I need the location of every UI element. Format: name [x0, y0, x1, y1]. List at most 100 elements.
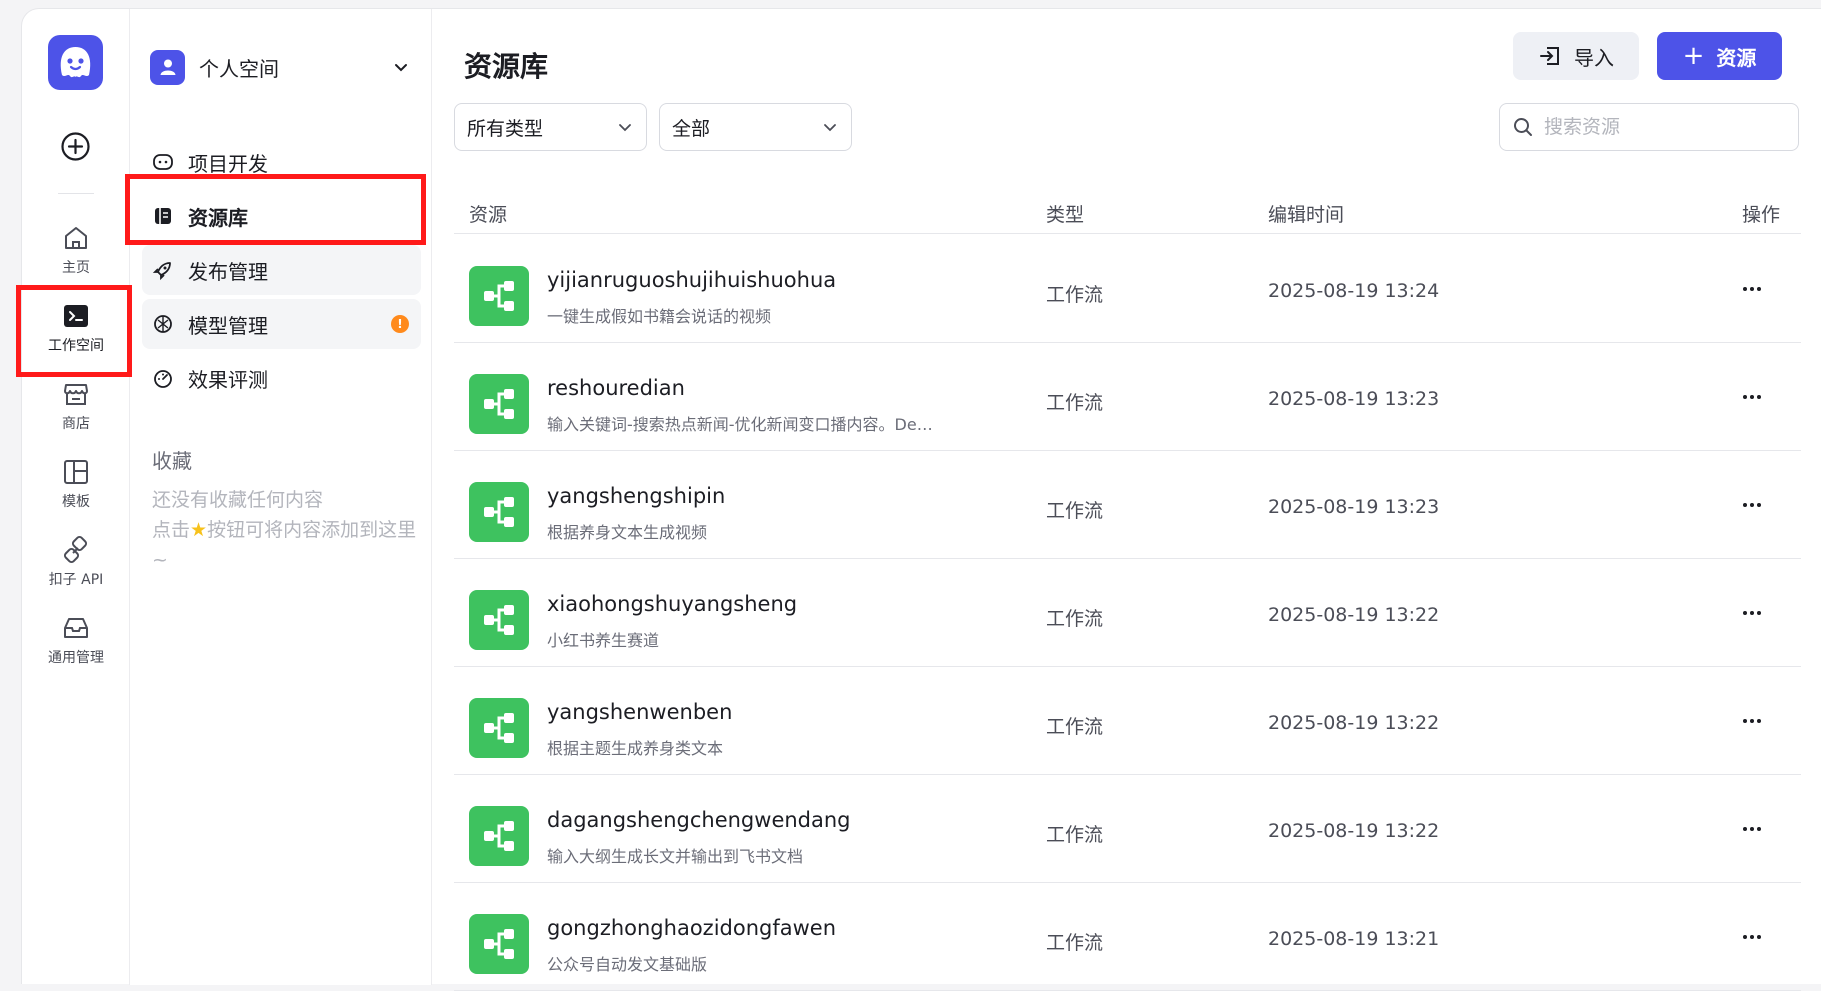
add-resource-button[interactable]: + 资源: [1657, 32, 1782, 80]
more-horizontal-icon: [1743, 827, 1761, 831]
project-icon: [153, 154, 173, 170]
table-row[interactable]: gongzhonghaozidongfawen 公众号自动发文基础版 工作流 2025…: [454, 883, 1801, 991]
more-horizontal-icon: [1743, 395, 1761, 399]
space-name: 个人空间: [199, 56, 279, 81]
search-input[interactable]: [1544, 116, 1784, 138]
workflow-icon: [469, 266, 529, 326]
type-filter-value: 所有类型: [467, 117, 544, 140]
workflow-icon: [469, 806, 529, 866]
resource-library-main: 资源库 导入 + 资源 所有类型 全部 搜索资源 资源 类型 编辑时间 操作 y…: [432, 9, 1821, 991]
model-icon: [154, 315, 172, 333]
resource-edit-time: 2025-08-19 13:24: [1268, 280, 1440, 302]
table-row[interactable]: dagangshengchengwendang 输入大纲生成长文并输出到飞书文档 工…: [454, 775, 1801, 883]
nav-item-label: 模型管理: [188, 313, 268, 338]
rocket-icon: [152, 262, 171, 281]
template-icon: [64, 460, 88, 484]
chevron-down-icon: [619, 124, 631, 132]
rail-item-templates[interactable]: 模板: [22, 457, 130, 529]
resource-type: 工作流: [1046, 824, 1104, 846]
table-row[interactable]: yangshenwenben 根据主题生成养身类文本 工作流 2025-08-19 1…: [454, 667, 1801, 775]
rail-item-general-settings[interactable]: 通用管理: [22, 613, 130, 685]
space-switcher[interactable]: 个人空间: [150, 45, 420, 89]
rail-item-home[interactable]: 主页: [22, 223, 130, 295]
nav-item-project-dev[interactable]: 项目开发: [142, 137, 421, 187]
create-plus-icon[interactable]: [60, 131, 91, 162]
rail-divider: [58, 193, 94, 194]
column-header-resource: 资源: [469, 204, 508, 226]
nav-item-publish[interactable]: 发布管理: [142, 245, 421, 295]
more-actions-button[interactable]: [1736, 381, 1768, 413]
rail-item-label: 工作空间: [48, 338, 104, 354]
resource-edit-time: 2025-08-19 13:22: [1268, 604, 1440, 626]
nav-item-label: 效果评测: [188, 367, 268, 392]
table-row[interactable]: xiaohongshuyangsheng 小红书养生赛道 工作流 2025-08-19…: [454, 559, 1801, 667]
more-actions-button[interactable]: [1736, 489, 1768, 521]
api-link-icon: [63, 535, 88, 564]
workflow-icon: [469, 698, 529, 758]
resource-description: 小红书养生赛道: [547, 631, 660, 650]
resource-description: 一键生成假如书籍会说话的视频: [547, 307, 772, 326]
table-row[interactable]: yijianruguoshujihuishuohua 一键生成假如书籍会说话的视频…: [454, 235, 1801, 343]
library-icon: [155, 208, 171, 224]
import-label: 导入: [1574, 45, 1614, 70]
resource-name: yangshengshipin: [547, 484, 726, 508]
chevron-down-icon: [395, 64, 407, 72]
page-title: 资源库: [464, 50, 549, 83]
more-actions-button[interactable]: [1736, 813, 1768, 845]
more-horizontal-icon: [1743, 287, 1761, 291]
rail-item-api[interactable]: 扣子 API: [22, 535, 130, 607]
resource-type: 工作流: [1046, 716, 1104, 738]
more-horizontal-icon: [1743, 503, 1761, 507]
workflow-icon: [469, 914, 529, 974]
resource-type: 工作流: [1046, 932, 1104, 954]
resource-edit-time: 2025-08-19 13:22: [1268, 712, 1440, 734]
type-filter-select[interactable]: 所有类型: [454, 103, 647, 151]
resource-description: 输入大纲生成长文并输出到飞书文档: [547, 847, 804, 866]
nav-item-library[interactable]: 资源库: [142, 191, 421, 241]
more-actions-button[interactable]: [1736, 273, 1768, 305]
user-avatar-icon: [150, 49, 185, 85]
resource-name: yijianruguoshujihuishuohua: [547, 268, 837, 292]
favorites-empty-text: 还没有收藏任何内容 点击★按钮可将内容添加到这里~: [152, 485, 422, 575]
rail-item-store[interactable]: 商店: [22, 379, 130, 451]
more-horizontal-icon: [1743, 935, 1761, 939]
inbox-icon: [64, 618, 88, 638]
resource-name: dagangshengchengwendang: [547, 808, 851, 832]
warning-badge-icon: !: [391, 315, 409, 333]
column-header-type: 类型: [1046, 204, 1085, 226]
nav-item-evaluation[interactable]: 效果评测: [142, 353, 421, 403]
more-actions-button[interactable]: [1736, 921, 1768, 953]
nav-item-models[interactable]: 模型管理 !: [142, 299, 421, 349]
rail-item-label: 通用管理: [48, 650, 104, 666]
resource-type: 工作流: [1046, 392, 1104, 414]
coze-logo-icon[interactable]: [48, 35, 103, 90]
scope-filter-select[interactable]: 全部: [659, 103, 852, 151]
nav-item-label: 资源库: [188, 205, 248, 230]
table-row[interactable]: yangshengshipin 根据养身文本生成视频 工作流 2025-08-19 1…: [454, 451, 1801, 559]
more-actions-button[interactable]: [1736, 597, 1768, 629]
resource-type: 工作流: [1046, 608, 1104, 630]
search-box[interactable]: [1499, 103, 1799, 151]
favorites-empty-hint: 点击★按钮可将内容添加到这里~: [152, 515, 422, 575]
resource-name: yangshenwenben: [547, 700, 733, 724]
chevron-down-icon: [824, 124, 836, 132]
resource-description: 根据养身文本生成视频: [547, 523, 708, 542]
resource-edit-time: 2025-08-19 13:22: [1268, 820, 1440, 842]
rail-item-label: 模板: [62, 494, 90, 510]
import-button[interactable]: 导入: [1513, 32, 1639, 80]
rail-item-workspace[interactable]: 工作空间: [22, 301, 130, 373]
resource-name: reshouredian: [547, 376, 685, 400]
plus-icon: +: [1682, 41, 1705, 71]
rail-item-label: 扣子 API: [48, 572, 104, 588]
store-icon: [64, 384, 88, 405]
app-window: 主页 工作空间 商店 模板 扣子 API 通用管理 个人空间 项目开发 资源库 …: [16, 8, 1821, 991]
table-header-divider: [454, 233, 1801, 234]
rail-item-label: 商店: [62, 416, 90, 432]
import-icon: [1540, 47, 1559, 65]
resource-description: 输入关键词-搜索热点新闻-优化新闻变口播内容。De…: [547, 415, 933, 434]
resource-edit-time: 2025-08-19 13:23: [1268, 496, 1440, 518]
rail-item-label: 主页: [62, 260, 90, 276]
more-actions-button[interactable]: [1736, 705, 1768, 737]
table-row[interactable]: reshouredian 输入关键词-搜索热点新闻-优化新闻变口播内容。De… 工作…: [454, 343, 1801, 451]
workspace-sidebar: 个人空间 项目开发 资源库 发布管理 模型管理 ! 效果评测 收藏 还没有收藏任…: [130, 9, 432, 985]
